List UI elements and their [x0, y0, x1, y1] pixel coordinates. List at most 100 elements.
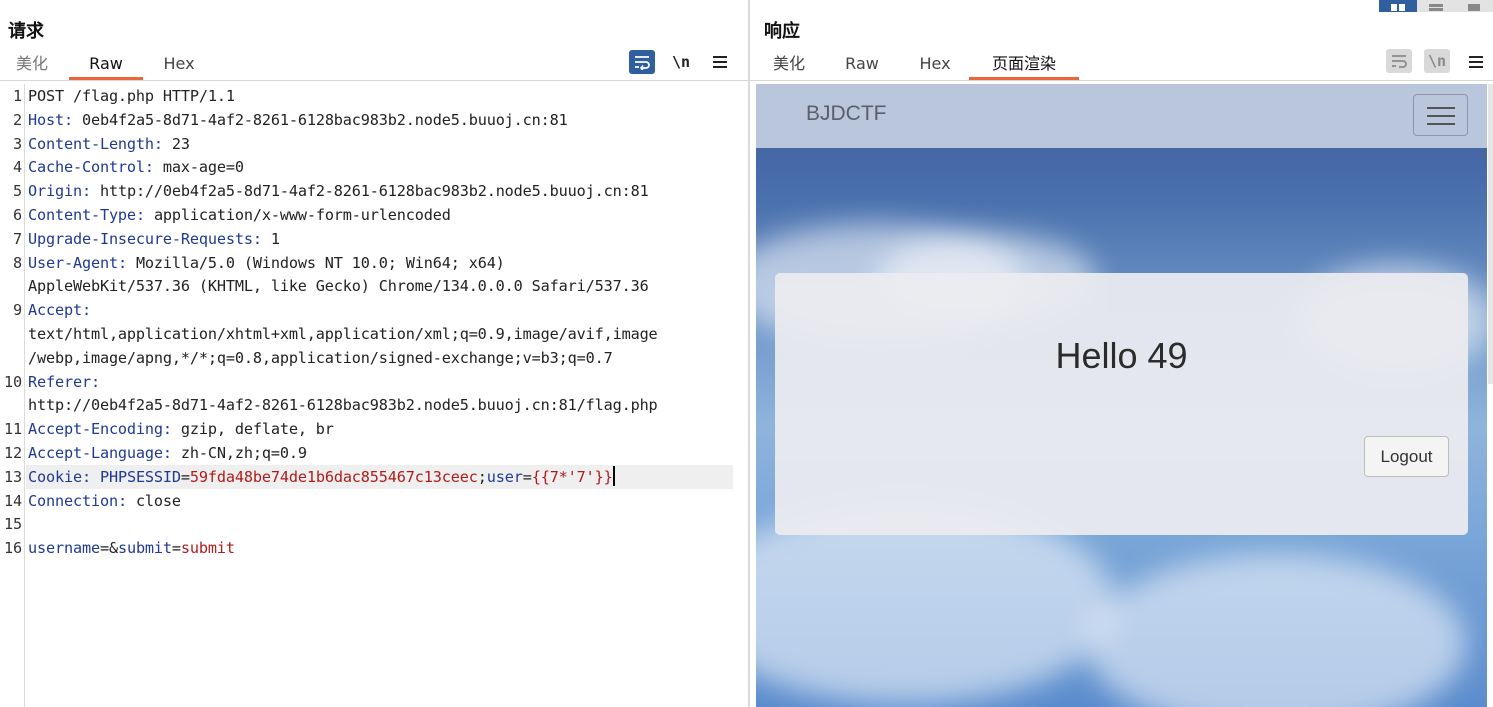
rendered-page: BJDCTF Hello 49 Logout	[756, 84, 1487, 707]
cookie-value: {{7*'7'}}	[531, 467, 613, 486]
site-brand[interactable]: BJDCTF	[806, 102, 887, 126]
tabs-divider	[0, 80, 748, 81]
line-number: 5	[13, 182, 22, 201]
render-scrollbar[interactable]	[1488, 84, 1493, 384]
request-menu-button[interactable]	[707, 50, 733, 74]
header-separator: :	[81, 467, 100, 486]
line-number: 8	[13, 253, 22, 272]
line-content: Connection: close	[28, 489, 181, 513]
header-name: Upgrade-Insecure-Requests	[28, 229, 253, 248]
header-name: User-Agent	[28, 253, 118, 272]
greeting-text: Hello 49	[1055, 335, 1188, 376]
header-name: Accept-Encoding	[28, 420, 163, 439]
line-content: Cache-Control: max-age=0	[28, 155, 244, 179]
code-text: POST /flag.php HTTP/1.1	[28, 87, 235, 105]
param-name: submit	[117, 539, 172, 558]
tab-raw[interactable]: Raw	[839, 50, 885, 80]
cookie-separator: ;	[477, 467, 487, 486]
header-separator: :	[90, 372, 100, 391]
header-value: zh-CN,zh;q=0.9	[180, 444, 307, 462]
tab-pretty[interactable]: 美化	[768, 50, 810, 80]
line-number: 4	[13, 158, 22, 177]
header-separator: :	[162, 420, 181, 439]
wrap-lines-button[interactable]	[629, 50, 655, 74]
single-pane-icon	[1466, 0, 1482, 16]
wrap-lines-button[interactable]	[1386, 49, 1412, 73]
header-value: gzip, deflate, br	[180, 420, 334, 439]
line-content: Content-Length: 23	[28, 132, 190, 156]
line-content: Cookie: PHPSESSID=59fda48be74de1b6dac855…	[28, 465, 615, 489]
param-equals: =	[99, 539, 109, 558]
code-text: /webp,image/apng,*/*;q=0.8,application/s…	[28, 348, 613, 367]
header-value: max-age=0	[162, 158, 244, 177]
line-number: 10	[4, 372, 22, 391]
header-separator: :	[162, 444, 181, 462]
header-separator: :	[135, 206, 154, 224]
header-name: Origin	[28, 182, 82, 201]
header-name: Content-Type	[28, 206, 136, 224]
layout-switcher	[1379, 0, 1493, 12]
header-value: Mozilla/5.0 (Windows NT 10.0; Win64; x64…	[135, 253, 505, 272]
navbar-toggler-icon	[1427, 107, 1455, 109]
layout-rows-button[interactable]	[1417, 0, 1455, 12]
text-caret	[612, 465, 615, 486]
line-number: 9	[13, 301, 22, 320]
header-name: Accept	[28, 301, 82, 320]
cookie-equals: =	[522, 467, 532, 486]
layout-columns-button[interactable]	[1379, 0, 1417, 12]
cookie-value: 59fda48be74de1b6dac855467c13ceec	[189, 467, 478, 486]
tab-hex[interactable]: Hex	[913, 50, 957, 80]
cookie-equals: =	[180, 467, 190, 486]
tab-hex[interactable]: Hex	[156, 50, 202, 80]
tab-render[interactable]: 页面渲染	[969, 50, 1079, 80]
param-value: submit	[180, 539, 235, 558]
code-text: text/html,application/xhtml+xml,applicat…	[28, 325, 658, 343]
header-name: Cookie	[28, 467, 82, 486]
header-name: Accept-Language	[28, 444, 163, 462]
line-content: Upgrade-Insecure-Requests: 1	[28, 227, 280, 251]
param-equals: =	[171, 539, 181, 558]
request-editor[interactable]: 1 POST /flag.php HTTP/1.1 2 Host: 0eb4f2a5-…	[0, 84, 740, 707]
greeting-card: Hello 49 Logout	[775, 273, 1468, 535]
line-number: 11	[4, 420, 22, 439]
header-separator: :	[81, 182, 100, 201]
request-title: 请求	[8, 21, 44, 42]
line-content: Host: 0eb4f2a5-8d71-4af2-8261-6128bac983…	[28, 108, 568, 132]
line-content: username=&submit=submit	[28, 536, 235, 560]
hamburger-menu-icon	[1468, 55, 1484, 69]
tab-pretty[interactable]: 美化	[10, 50, 54, 80]
line-content: User-Agent: Mozilla/5.0 (Windows NT 10.0…	[28, 251, 505, 275]
header-separator: :	[117, 491, 136, 510]
header-separator: :	[117, 253, 136, 272]
header-value: close	[135, 491, 181, 510]
wrap-lines-icon	[1390, 53, 1408, 69]
show-newlines-button[interactable]: \n	[668, 50, 694, 74]
line-content: POST /flag.php HTTP/1.1	[28, 84, 235, 108]
header-separator: :	[63, 110, 82, 129]
response-pane: 响应 美化 Raw Hex 页面渲染 \n BJDCTF Hello 49 Lo…	[750, 0, 1493, 707]
split-columns-icon	[1390, 0, 1406, 16]
line-number: 15	[4, 515, 22, 534]
show-newlines-button[interactable]: \n	[1424, 49, 1450, 73]
line-content: Accept-Language: zh-CN,zh;q=0.9	[28, 441, 307, 465]
response-menu-button[interactable]	[1463, 50, 1489, 74]
logout-button[interactable]: Logout	[1364, 436, 1449, 477]
header-value: 23	[171, 134, 190, 153]
tab-raw[interactable]: Raw	[69, 50, 143, 80]
site-navbar: BJDCTF	[756, 84, 1487, 148]
code-text: AppleWebKit/537.36 (KHTML, like Gecko) C…	[28, 277, 649, 296]
request-pane: 请求 美化 Raw Hex \n 1 POST /flag.php HTTP/1.…	[0, 0, 748, 707]
split-rows-icon	[1428, 0, 1444, 16]
header-value: http://0eb4f2a5-8d71-4af2-8261-6128bac98…	[99, 182, 649, 201]
line-content: http://0eb4f2a5-8d71-4af2-8261-6128bac98…	[28, 393, 658, 417]
navbar-toggler-button[interactable]	[1413, 94, 1468, 136]
header-value: 0eb4f2a5-8d71-4af2-8261-6128bac983b2.nod…	[81, 110, 568, 129]
layout-single-button[interactable]	[1455, 0, 1493, 12]
cookie-name: PHPSESSID	[99, 467, 181, 486]
hamburger-menu-icon	[712, 55, 728, 69]
line-number: 2	[13, 110, 22, 129]
header-name: Referer	[28, 372, 91, 391]
line-number: 3	[13, 134, 22, 153]
line-number-gutter	[24, 84, 25, 707]
line-number: 12	[4, 444, 22, 462]
